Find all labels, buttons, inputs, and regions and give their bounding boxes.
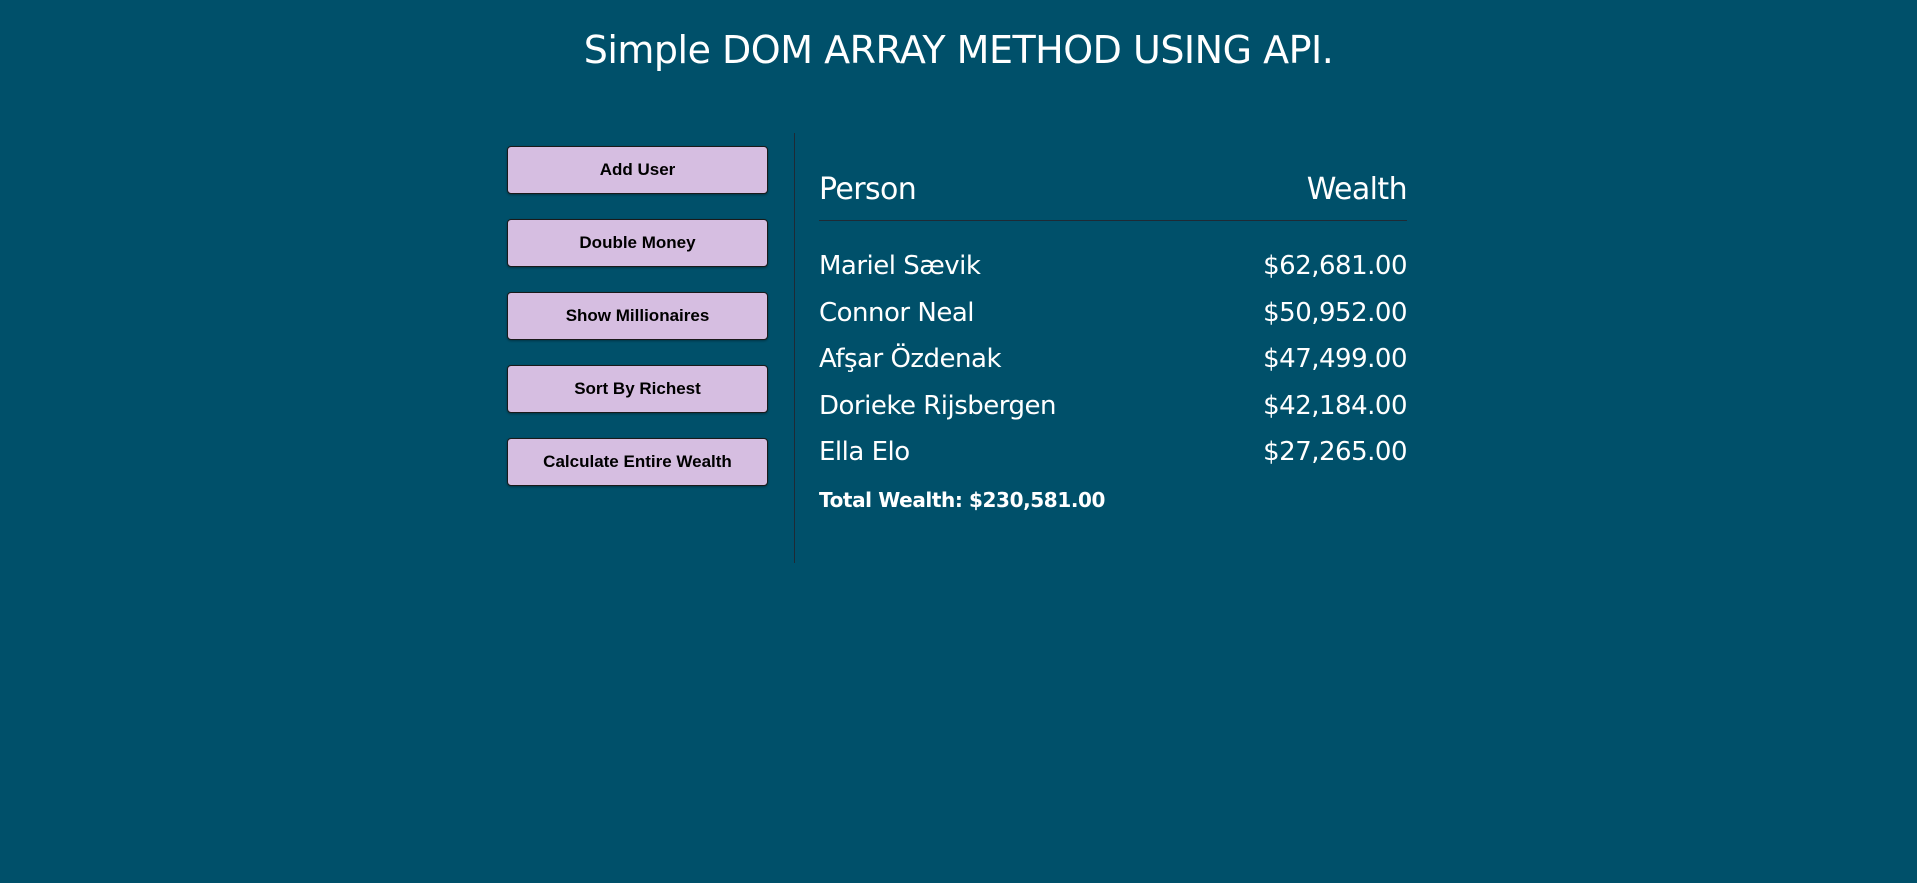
person-wealth: $47,499.00	[1263, 344, 1407, 375]
person-name: Ella Elo	[819, 437, 910, 468]
table-row: Ella Elo $27,265.00	[819, 429, 1407, 476]
person-wealth: $42,184.00	[1263, 390, 1407, 421]
wealth-table: Person Wealth Mariel Sævik $62,681.00 Co…	[819, 133, 1408, 512]
app-container: Add User Double Money Show Millionaires …	[507, 133, 1408, 563]
wealth-column-header: Wealth	[1306, 172, 1408, 207]
actions-panel: Add User Double Money Show Millionaires …	[507, 146, 768, 511]
table-header: Person Wealth	[819, 133, 1408, 221]
person-name: Afşar Özdenak	[819, 344, 1002, 375]
vertical-divider	[794, 133, 795, 563]
person-wealth: $27,265.00	[1263, 437, 1407, 468]
add-user-button[interactable]: Add User	[507, 146, 768, 194]
sort-by-richest-button[interactable]: Sort By Richest	[507, 365, 768, 413]
table-row: Dorieke Rijsbergen $42,184.00	[819, 383, 1407, 430]
table-row: Mariel Sævik $62,681.00	[819, 243, 1407, 290]
person-name: Mariel Sævik	[819, 251, 981, 282]
table-row: Afşar Özdenak $47,499.00	[819, 336, 1407, 383]
table-row: Connor Neal $50,952.00	[819, 290, 1407, 337]
user-list: Mariel Sævik $62,681.00 Connor Neal $50,…	[819, 243, 1407, 476]
person-wealth: $62,681.00	[1263, 251, 1407, 282]
person-name: Connor Neal	[819, 297, 974, 328]
page-title: Simple DOM ARRAY METHOD USING API.	[583, 28, 1334, 72]
double-money-button[interactable]: Double Money	[507, 219, 768, 267]
person-wealth: $50,952.00	[1263, 297, 1407, 328]
person-name: Dorieke Rijsbergen	[819, 390, 1057, 421]
calculate-entire-wealth-button[interactable]: Calculate Entire Wealth	[507, 438, 768, 486]
total-wealth: Total Wealth: $230,581.00	[819, 487, 1106, 512]
person-column-header: Person	[819, 172, 917, 207]
show-millionaires-button[interactable]: Show Millionaires	[507, 292, 768, 340]
